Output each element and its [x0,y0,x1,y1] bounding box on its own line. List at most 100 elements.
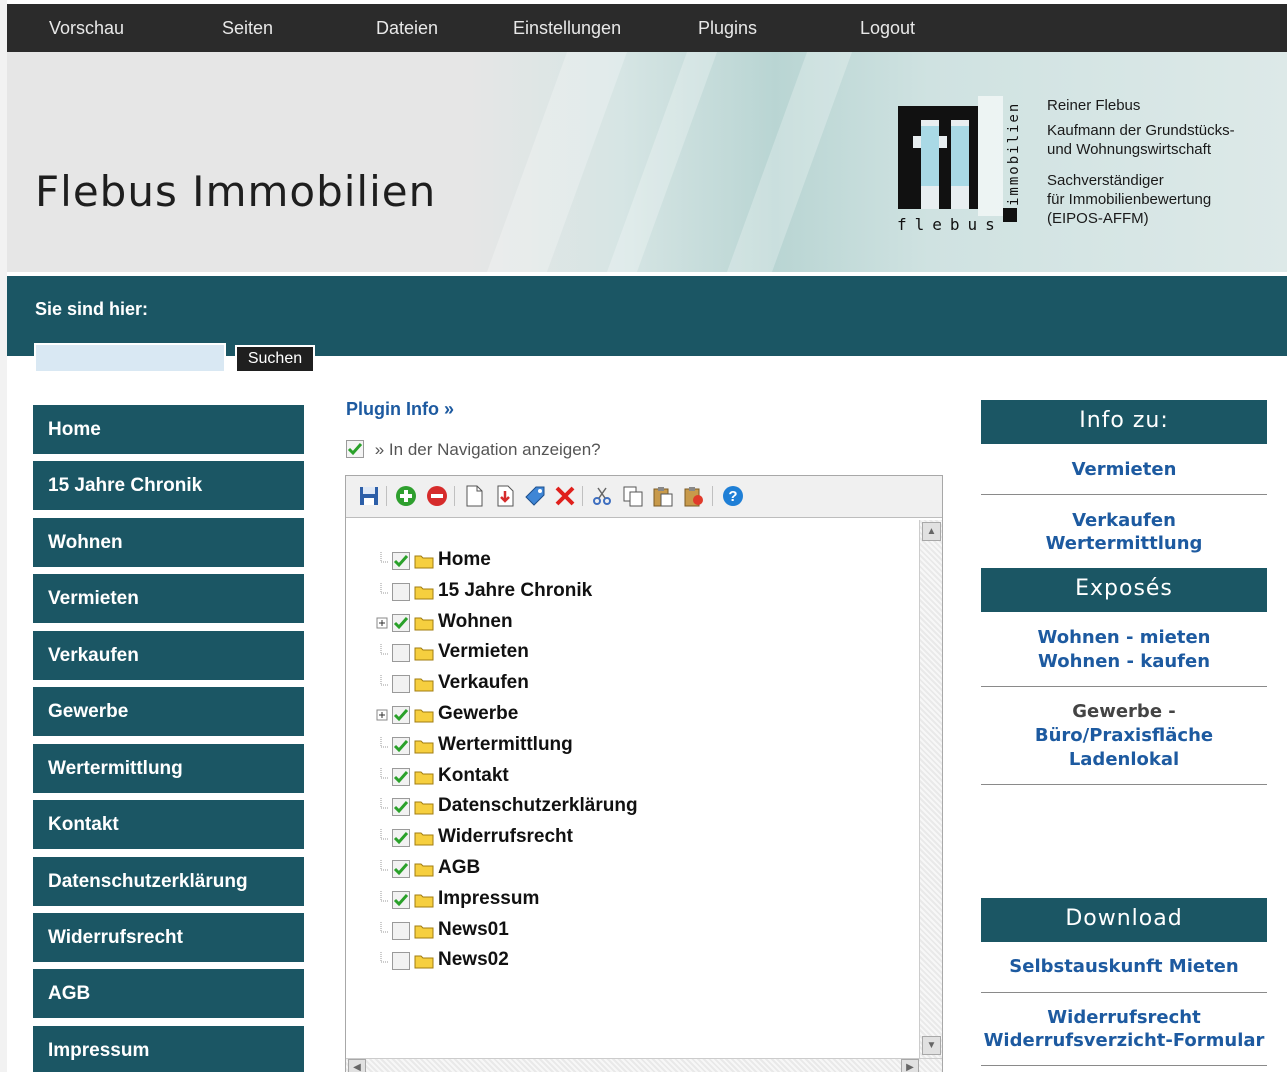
search-input[interactable] [34,343,226,373]
sidebar-link-ladenlokal[interactable]: Ladenlokal [981,748,1267,772]
tree-node-checkbox[interactable] [392,767,410,786]
contact-name: Reiner Flebus [1047,97,1141,114]
plugin-info-link[interactable]: Plugin Info » [346,399,454,420]
tree-node-label[interactable]: Widerrufsrecht [438,826,573,848]
svg-text:?: ? [728,488,737,505]
menu-item-widerrufsrecht[interactable]: Widerrufsrecht [33,913,304,962]
folder-icon [414,678,434,692]
nav-item-dateien[interactable]: Dateien [376,18,438,39]
page-tree-panel: ? Home 15 Jahre Chronik Wohnen Vermieten Ver… [345,475,943,1072]
scroll-right-arrow-icon[interactable]: ▶ [901,1059,919,1072]
tree-node-label[interactable]: Gewerbe [438,703,518,725]
tree-node-label[interactable]: Datenschutzerklärung [438,795,638,817]
sidebar-link-wohnen-mieten[interactable]: Wohnen - mieten [981,626,1267,650]
nav-item-plugins[interactable]: Plugins [698,18,757,39]
tree-node-label[interactable]: Verkaufen [438,672,529,694]
tree-node-label[interactable]: Wohnen [438,611,513,633]
folder-icon [414,771,434,785]
nav-item-vorschau[interactable]: Vorschau [49,18,124,39]
tree-node-checkbox[interactable] [392,952,410,971]
paste-icon[interactable] [652,485,674,507]
search-button[interactable]: Suchen [235,345,315,373]
sidebar-heading-exposes: Exposés [981,568,1267,612]
menu-item-home[interactable]: Home [33,405,304,454]
tree-node-label[interactable]: 15 Jahre Chronik [438,580,592,602]
tree-node-checkbox[interactable] [392,921,410,940]
tree-node-checkbox[interactable] [392,675,410,694]
sidebar-link-buero[interactable]: Büro/Praxisfläche [981,724,1267,748]
menu-item-agb[interactable]: AGB [33,969,304,1018]
tree-node-label[interactable]: Vermieten [438,641,529,663]
sidebar-link-widerrufsverzicht[interactable]: Widerrufsverzicht-Formular [981,1029,1267,1053]
save-icon[interactable] [358,485,380,507]
tree-node-label[interactable]: News01 [438,919,509,941]
folder-icon [414,801,434,815]
tree-node-label[interactable]: News02 [438,949,509,971]
sidebar-divider [981,686,1267,687]
tag-icon[interactable] [524,485,546,507]
tree-node-label[interactable]: AGB [438,857,480,879]
menu-item-vermieten[interactable]: Vermieten [33,574,304,623]
menu-item-wertermittlung[interactable]: Wertermittlung [33,744,304,793]
menu-item-gewerbe[interactable]: Gewerbe [33,687,304,736]
menu-item-datenschutz[interactable]: Datenschutzerklärung [33,857,304,906]
new-page-icon[interactable] [463,485,485,507]
sidebar-link-vermieten[interactable]: Vermieten [981,458,1267,482]
contact-info: Reiner Flebus Kaufmann der Grundstücks- … [1047,96,1235,228]
sidebar-link-widerrufsrecht[interactable]: Widerrufsrecht [981,1006,1267,1030]
menu-item-wohnen[interactable]: Wohnen [33,518,304,567]
expand-toggle-icon[interactable] [376,702,390,728]
scroll-down-arrow-icon[interactable]: ▼ [922,1036,941,1055]
menu-item-verkaufen[interactable]: Verkaufen [33,631,304,680]
remove-icon[interactable] [426,485,448,507]
menu-item-kontakt[interactable]: Kontakt [33,800,304,849]
tree-toolbar: ? [346,476,942,518]
nav-show-checkbox[interactable] [346,440,364,458]
tree-node-checkbox[interactable] [392,706,410,724]
nav-item-seiten[interactable]: Seiten [222,18,273,39]
vertical-scrollbar[interactable]: ▲ ▼ [919,520,942,1060]
nav-item-logout[interactable]: Logout [860,18,915,39]
import-icon[interactable] [494,485,516,507]
help-icon[interactable]: ? [722,485,744,507]
tree-node-checkbox[interactable] [392,552,410,570]
tree-node-checkbox[interactable] [392,890,410,909]
menu-item-impressum[interactable]: Impressum [33,1026,304,1072]
tree-node-label[interactable]: Home [438,549,491,571]
tree-node-checkbox[interactable] [392,736,410,755]
sidebar-link-verkaufen[interactable]: Verkaufen [981,509,1267,533]
folder-icon [414,740,434,754]
delete-icon[interactable] [554,485,576,507]
cut-icon[interactable] [591,485,613,507]
horizontal-scrollbar[interactable]: ◀ ▶ [346,1058,942,1072]
contact-expert-line: Sachverständiger [1047,172,1164,189]
contact-role: Kaufmann der Grundstücks- und Wohnungswi… [1047,121,1235,159]
sidebar-link-wertermittlung[interactable]: Wertermittlung [981,532,1267,556]
tree-node-checkbox[interactable] [392,582,410,601]
contact-expert-line: für Immobilienbewertung [1047,191,1212,208]
paste-into-icon[interactable] [683,485,705,507]
sidebar-link-selbstauskunft[interactable]: Selbstauskunft Mieten [981,955,1267,979]
contact-role-line: und Wohnungswirtschaft [1047,141,1211,158]
tree-node-label[interactable]: Kontakt [438,765,509,787]
tree-node-checkbox[interactable] [392,860,410,878]
copy-icon[interactable] [622,485,644,507]
tree-node-checkbox[interactable] [392,613,410,632]
svg-text:immobilien: immobilien [1006,102,1022,206]
sidebar-link-wohnen-kaufen[interactable]: Wohnen - kaufen [981,650,1267,674]
tree-node-checkbox[interactable] [392,798,410,817]
tree-node-label[interactable]: Wertermittlung [438,734,573,756]
tree-node-checkbox[interactable] [392,644,410,663]
scroll-left-arrow-icon[interactable]: ◀ [348,1059,366,1072]
nav-item-einstellungen[interactable]: Einstellungen [513,18,621,39]
add-icon[interactable] [395,485,417,507]
tree-node-checkbox[interactable] [392,829,410,848]
contact-expert: Sachverständiger für Immobilienbewertung… [1047,171,1235,228]
tree-node-label[interactable]: Impressum [438,888,539,910]
scroll-up-arrow-icon[interactable]: ▲ [922,522,941,541]
expand-toggle-icon[interactable] [376,610,390,636]
tree-connector-icon [380,952,389,963]
menu-item-chronik[interactable]: 15 Jahre Chronik [33,461,304,510]
tree-connector-icon [380,890,389,902]
folder-icon [414,832,434,846]
